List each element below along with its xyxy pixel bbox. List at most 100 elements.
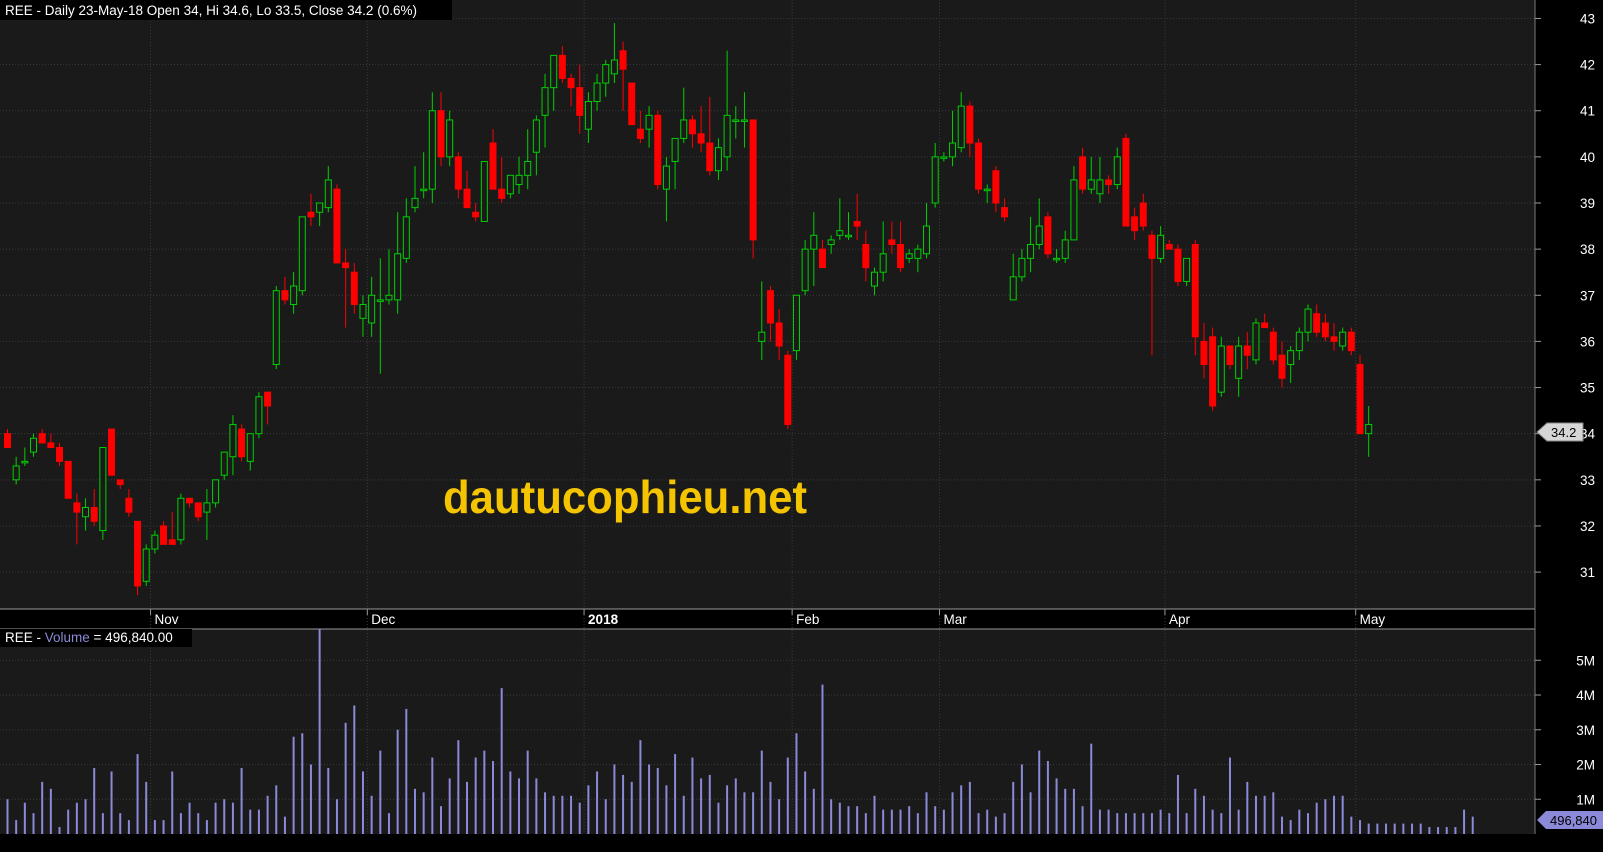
candle-body-up <box>290 285 298 305</box>
candle-body-down <box>576 87 584 116</box>
candle-body-up <box>428 110 436 190</box>
volume-bar <box>1142 813 1145 834</box>
volume-bar <box>639 740 642 834</box>
volume-bar <box>110 771 113 834</box>
volume-bar <box>630 781 633 834</box>
volume-bar <box>1376 823 1379 834</box>
volume-bar <box>422 792 425 834</box>
stock-chart[interactable]: 313233343536373839404142431M2M3M4M5M Nov… <box>0 0 1603 852</box>
volume-bar <box>327 767 330 834</box>
volume-bar <box>75 802 78 834</box>
candle-body-up <box>212 479 220 504</box>
volume-bar <box>1046 761 1049 834</box>
volume-bar <box>1081 806 1084 834</box>
candle-body-down <box>73 502 81 513</box>
candle-body-down <box>342 262 350 269</box>
volume-bar <box>466 781 469 834</box>
volume-bar <box>188 802 191 834</box>
volume-bar <box>1194 788 1197 834</box>
candle-body-down <box>134 520 142 587</box>
volume-bar <box>934 806 937 834</box>
volume-bar <box>145 781 148 834</box>
volume-bar <box>492 761 495 834</box>
volume-bar <box>1445 827 1448 834</box>
price-tick-label: 38 <box>1580 242 1595 257</box>
candle-body-down <box>636 128 644 139</box>
last-price-tag: 34.2 <box>1536 422 1584 442</box>
volume-bar <box>1098 809 1101 834</box>
candle-body-up <box>931 156 939 204</box>
candle-body-down <box>186 497 194 504</box>
candle-body-up <box>1061 239 1069 259</box>
candle-body-down <box>108 428 116 476</box>
candle-body-down <box>1347 331 1355 352</box>
volume-bar <box>214 802 217 834</box>
candle-body-up <box>524 160 532 176</box>
candle-body-up <box>368 294 376 324</box>
volume-bar <box>344 722 347 834</box>
volume-bar <box>1020 764 1023 834</box>
volume-bar <box>171 771 174 834</box>
candle-body-down <box>1261 322 1269 329</box>
volume-bar <box>223 799 226 834</box>
price-tick-label: 33 <box>1580 473 1595 488</box>
volume-bar <box>405 708 408 834</box>
candle-body-down <box>437 110 445 158</box>
candle-body-up <box>82 507 90 518</box>
price-tick-label: 41 <box>1580 104 1595 119</box>
volume-bar <box>578 802 581 834</box>
volume-bar <box>1211 809 1214 834</box>
volume-bar <box>622 774 625 834</box>
volume-bar <box>552 795 555 834</box>
candle-body-down <box>558 54 566 79</box>
volume-panel[interactable] <box>0 629 1535 834</box>
month-label: Dec <box>371 612 395 627</box>
last-volume-tag: 496,840 <box>1537 811 1603 829</box>
volume-bar <box>1254 795 1257 834</box>
volume-bar <box>752 792 755 834</box>
volume-bar <box>518 778 521 834</box>
volume-bar <box>682 795 685 834</box>
candle-body-up <box>662 165 670 190</box>
volume-bar <box>1428 827 1431 834</box>
candle-body-down <box>333 188 341 264</box>
candle-body-up <box>949 142 957 158</box>
volume-bar <box>1272 792 1275 834</box>
candle-body-down <box>90 507 98 522</box>
volume-bar <box>67 809 70 834</box>
candle-body-up <box>827 239 835 246</box>
candle-body-up <box>1183 257 1191 282</box>
volume-bar <box>1090 743 1093 834</box>
volume-bar <box>899 809 902 834</box>
volume-bar <box>1341 795 1344 834</box>
volume-bar <box>197 813 200 834</box>
volume-bar <box>778 799 781 834</box>
candle-body-up <box>714 147 722 172</box>
volume-bar <box>101 813 104 834</box>
volume-bar <box>1454 827 1457 834</box>
month-label: May <box>1360 612 1386 627</box>
volume-bar <box>457 740 460 834</box>
volume-bar <box>760 750 763 834</box>
candle-body-down <box>775 322 783 347</box>
volume-bar <box>726 785 729 834</box>
candle-body-down <box>454 156 462 190</box>
volume-bar <box>1385 823 1388 834</box>
volume-bar <box>283 816 286 834</box>
candle-body-up <box>1053 257 1061 261</box>
volume-bar <box>665 785 668 834</box>
candle-body-up <box>550 54 558 89</box>
volume-bar <box>84 799 87 834</box>
candle-body-down <box>992 170 1000 204</box>
volume-bar <box>821 684 824 834</box>
volume-bar <box>119 813 122 834</box>
candle-body-down <box>463 188 471 209</box>
volume-bar <box>700 778 703 834</box>
price-tick-label: 39 <box>1580 196 1595 211</box>
volume-bar <box>1064 788 1067 834</box>
candle-body-down <box>654 114 662 186</box>
volume-bar <box>769 781 772 834</box>
candle-body-down <box>116 479 124 485</box>
candle-body-up <box>871 271 878 287</box>
volume-tick-label: 2M <box>1576 758 1595 773</box>
